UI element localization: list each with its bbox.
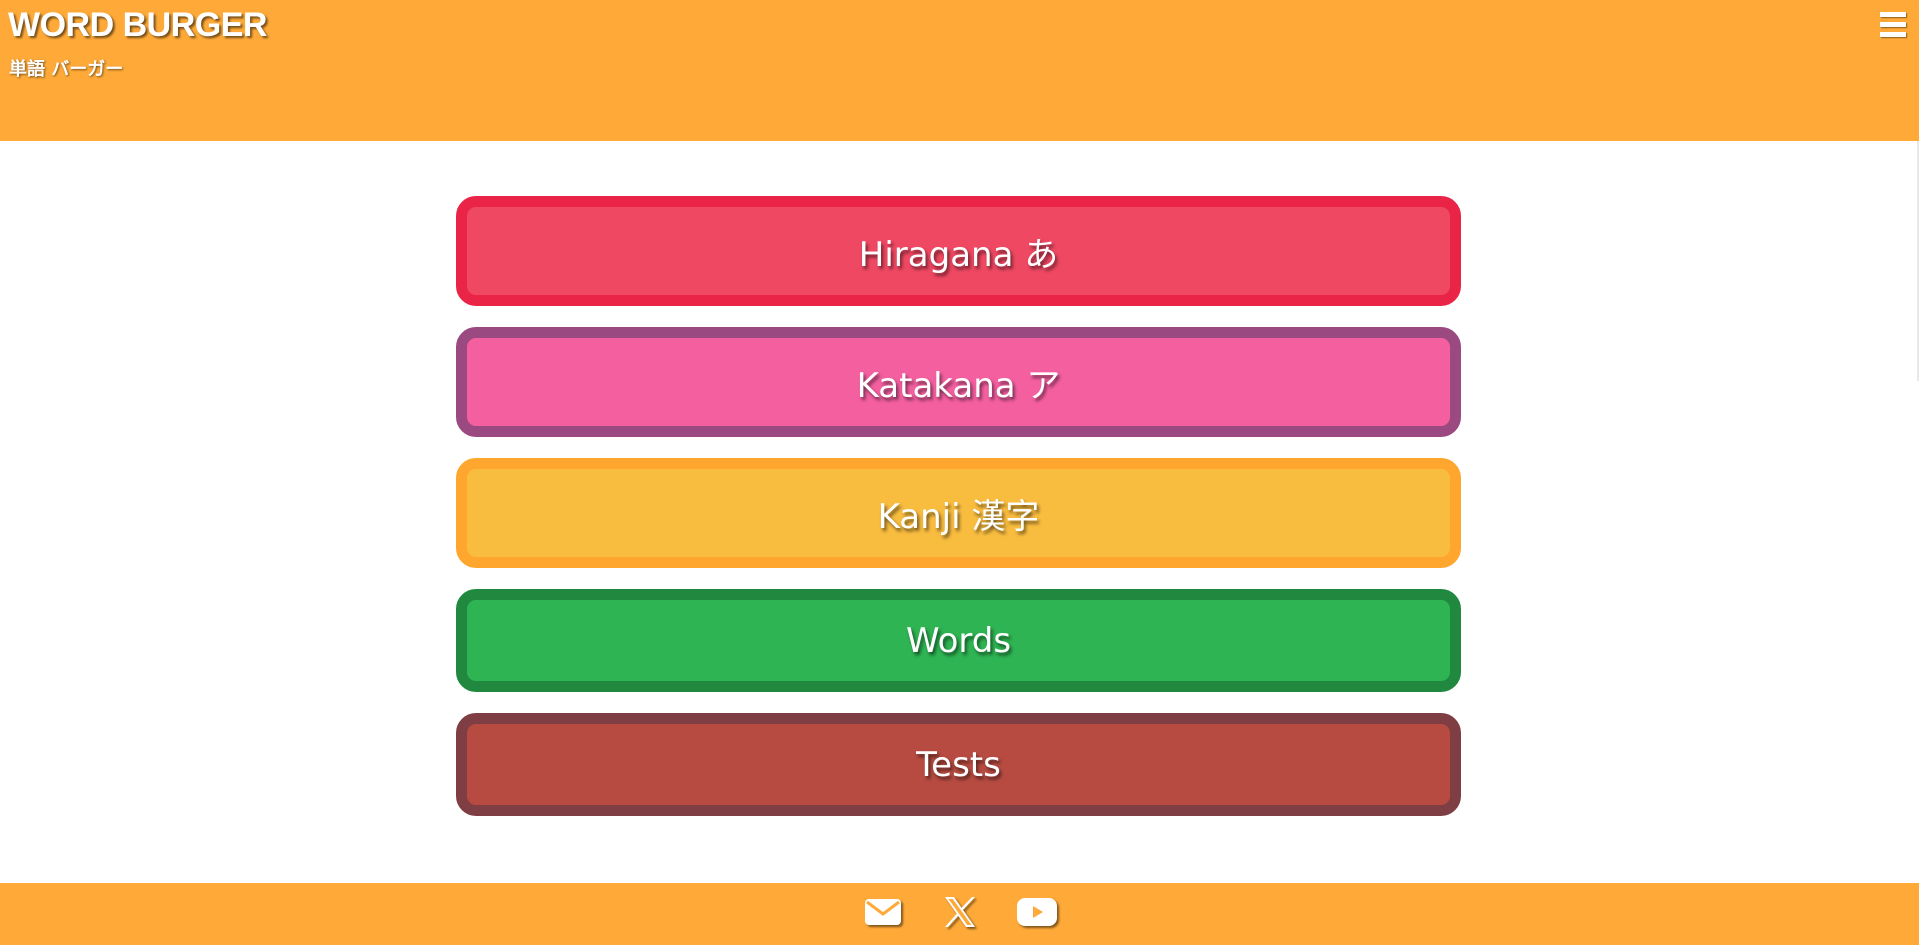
hiragana-label: Hiragana あ (858, 234, 1059, 275)
site-subtitle: 単語 バーガー (9, 59, 124, 80)
katakana-label: Katakana ア (856, 365, 1061, 406)
menu-list: Hiragana あ Katakana ア Kanji 漢字 Words Tes… (456, 196, 1461, 837)
hamburger-menu-icon[interactable] (1880, 12, 1908, 42)
katakana-button[interactable]: Katakana ア (456, 327, 1461, 437)
words-button[interactable]: Words (456, 589, 1461, 692)
mail-icon[interactable] (863, 895, 903, 929)
site-footer (0, 883, 1919, 945)
kanji-label: Kanji 漢字 (877, 496, 1040, 537)
kanji-button[interactable]: Kanji 漢字 (456, 458, 1461, 568)
menu-bar-1 (1880, 12, 1906, 17)
site-title[interactable]: WORD BURGER (8, 6, 267, 45)
words-label: Words (905, 620, 1012, 661)
social-links (0, 895, 1919, 929)
youtube-icon[interactable] (1016, 895, 1057, 929)
menu-bar-2 (1880, 22, 1906, 27)
menu-bar-3 (1880, 32, 1906, 37)
hiragana-button[interactable]: Hiragana あ (456, 196, 1461, 306)
tests-label: Tests (916, 744, 1001, 785)
x-logo-icon[interactable] (940, 895, 980, 929)
site-header: WORD BURGER 単語 バーガー (0, 0, 1919, 141)
tests-button[interactable]: Tests (456, 713, 1461, 816)
